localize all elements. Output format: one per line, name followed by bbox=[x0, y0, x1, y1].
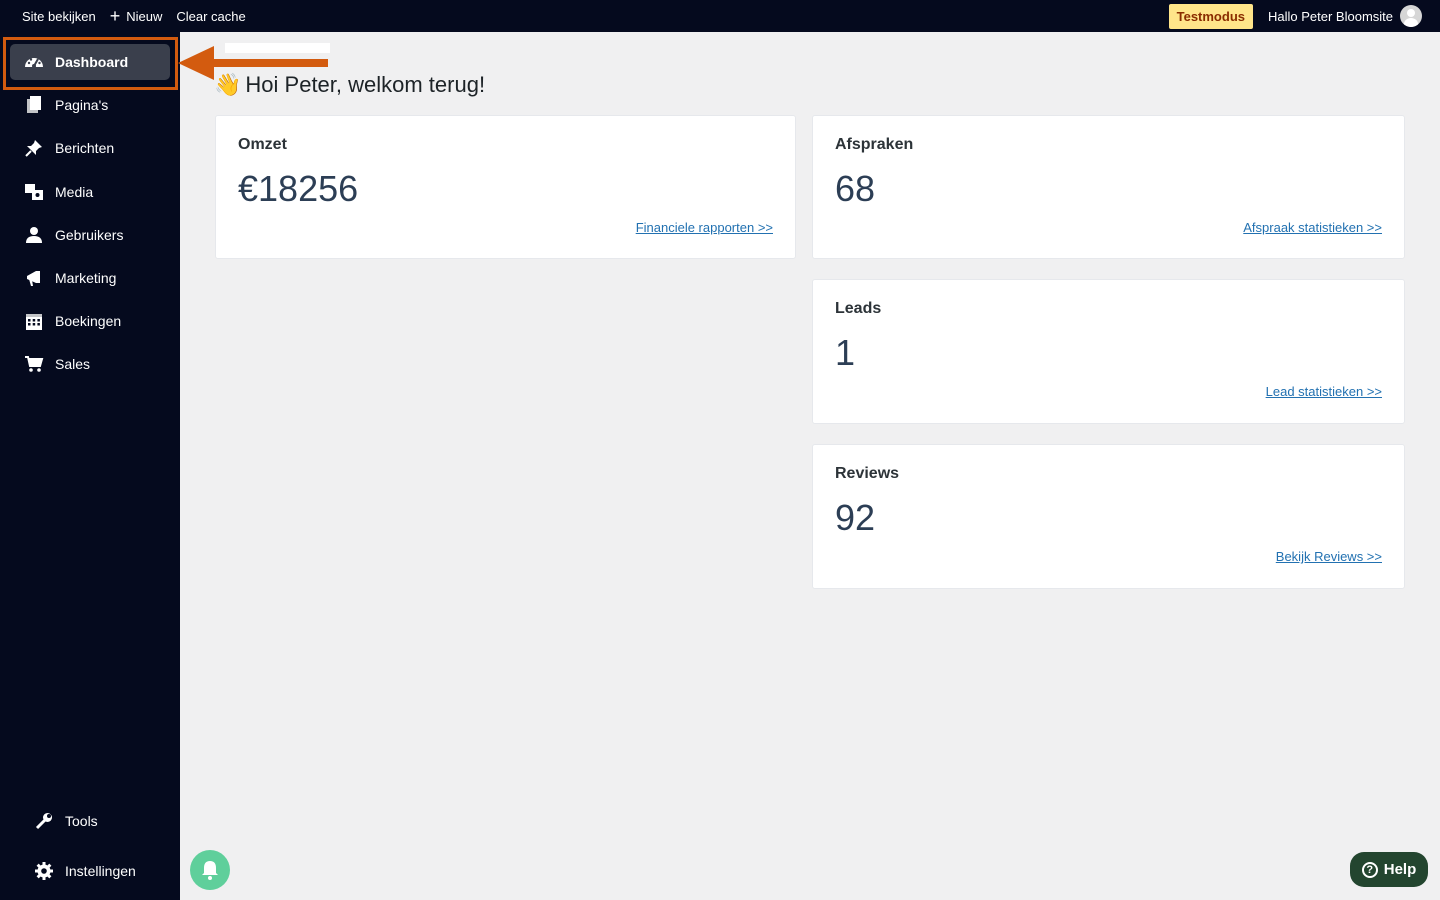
card-title: Omzet bbox=[238, 136, 287, 153]
wrench-icon bbox=[34, 811, 54, 831]
sidebar-item-tools[interactable]: Tools bbox=[20, 803, 170, 839]
dashboard-icon bbox=[24, 52, 44, 72]
sidebar-item-label: Media bbox=[55, 184, 94, 200]
card-title: Reviews bbox=[835, 465, 900, 482]
sidebar-item-label: Berichten bbox=[55, 140, 115, 156]
help-button[interactable]: ? Help bbox=[1350, 852, 1428, 887]
appointment-stats-link[interactable]: Afspraak statistieken >> bbox=[1243, 220, 1382, 235]
sidebar-item-sales[interactable]: Sales bbox=[10, 346, 170, 382]
lead-stats-link[interactable]: Lead statistieken >> bbox=[1266, 384, 1382, 399]
card-value: 92 bbox=[835, 497, 876, 538]
page-title: 👋 Hoi Peter, welkom terug! bbox=[214, 72, 485, 98]
card-title: Afspraken bbox=[835, 136, 914, 153]
admin-bar: Site bekijken + Nieuw Clear cache Testmo… bbox=[0, 0, 1440, 32]
sidebar-item-pages[interactable]: Pagina's bbox=[10, 87, 170, 123]
sidebar: Dashboard Pagina's Berichten Media Gebru… bbox=[0, 32, 180, 900]
cart-icon bbox=[24, 354, 44, 374]
media-icon bbox=[24, 182, 44, 202]
notification-button[interactable] bbox=[190, 850, 230, 890]
bell-icon bbox=[202, 861, 218, 880]
waving-hand-icon: 👋 bbox=[214, 72, 242, 97]
megaphone-icon bbox=[24, 268, 44, 288]
sidebar-item-label: Pagina's bbox=[55, 97, 109, 113]
calendar-icon bbox=[24, 311, 44, 331]
user-greeting[interactable]: Hallo Peter Bloomsite bbox=[1268, 9, 1393, 24]
sidebar-item-users[interactable]: Gebruikers bbox=[10, 217, 170, 253]
page-title-text: Hoi Peter, welkom terug! bbox=[245, 72, 486, 97]
sidebar-item-label: Boekingen bbox=[55, 313, 122, 329]
pages-icon bbox=[24, 95, 44, 115]
financial-reports-link[interactable]: Financiele rapporten >> bbox=[636, 220, 773, 235]
sidebar-item-dashboard[interactable]: Dashboard bbox=[10, 44, 170, 80]
sidebar-item-marketing[interactable]: Marketing bbox=[10, 260, 170, 296]
test-mode-badge[interactable]: Testmodus bbox=[1168, 3, 1253, 29]
question-icon: ? bbox=[1361, 861, 1378, 878]
sidebar-item-label: Tools bbox=[65, 813, 98, 829]
sidebar-item-settings[interactable]: Instellingen bbox=[20, 853, 170, 889]
user-icon bbox=[24, 225, 44, 245]
sidebar-item-label: Gebruikers bbox=[55, 227, 124, 243]
sidebar-item-label: Marketing bbox=[55, 270, 117, 286]
sidebar-item-media[interactable]: Media bbox=[10, 174, 170, 210]
new-label: Nieuw bbox=[126, 8, 163, 24]
card-afspraken: Afspraken 68 Afspraak statistieken >> bbox=[812, 115, 1405, 259]
card-title: Leads bbox=[835, 300, 882, 317]
sidebar-item-label: Instellingen bbox=[65, 863, 136, 879]
sidebar-item-label: Sales bbox=[55, 356, 91, 372]
card-leads: Leads 1 Lead statistieken >> bbox=[812, 279, 1405, 424]
help-label: Help bbox=[1383, 861, 1417, 878]
card-reviews: Reviews 92 Bekijk Reviews >> bbox=[812, 444, 1405, 589]
gear-icon bbox=[34, 861, 54, 881]
card-omzet: Omzet €18256 Financiele rapporten >> bbox=[215, 115, 796, 259]
new-menu[interactable]: + Nieuw bbox=[103, 0, 170, 32]
avatar[interactable] bbox=[1400, 5, 1422, 27]
clear-cache-link[interactable]: Clear cache bbox=[169, 0, 252, 32]
sidebar-item-posts[interactable]: Berichten bbox=[10, 130, 170, 166]
site-view-link[interactable]: Site bekijken bbox=[0, 0, 103, 32]
reviews-link[interactable]: Bekijk Reviews >> bbox=[1276, 549, 1382, 564]
card-value: 68 bbox=[835, 168, 876, 209]
pin-icon bbox=[24, 138, 44, 158]
plus-icon: + bbox=[109, 6, 121, 26]
card-value: 1 bbox=[835, 332, 856, 373]
sidebar-item-label: Dashboard bbox=[55, 54, 129, 70]
card-value: €18256 bbox=[238, 168, 359, 209]
sidebar-item-bookings[interactable]: Boekingen bbox=[10, 303, 170, 339]
